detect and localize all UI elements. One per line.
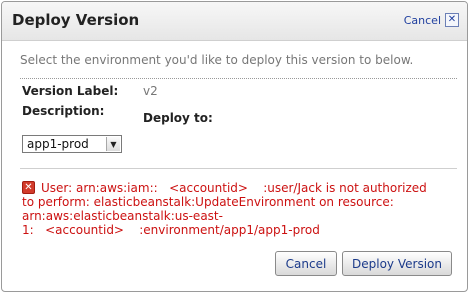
close-dialog-control[interactable]: Cancel ✕ bbox=[404, 13, 459, 27]
close-icon[interactable]: ✕ bbox=[445, 13, 459, 27]
deploy-to-label: Deploy to: bbox=[143, 111, 213, 125]
error-message-line: 1: <accountid> :environment/app1/app1-pr… bbox=[22, 223, 320, 237]
dialog-title: Deploy Version bbox=[12, 11, 140, 29]
version-label-value: v2 bbox=[143, 84, 158, 98]
chevron-down-icon[interactable]: ▼ bbox=[106, 137, 120, 151]
environment-select-value: app1-prod bbox=[27, 137, 89, 151]
error-icon: ✕ bbox=[22, 181, 35, 194]
version-label-label: Version Label: bbox=[22, 84, 119, 98]
close-dialog-label[interactable]: Cancel bbox=[404, 14, 441, 27]
dotted-separator bbox=[20, 78, 457, 79]
dialog-titlebar: Deploy Version Cancel ✕ bbox=[2, 2, 467, 41]
deploy-version-dialog: Deploy Version Cancel ✕ Select the envir… bbox=[1, 1, 468, 292]
section-divider bbox=[20, 168, 457, 169]
deploy-version-button[interactable]: Deploy Version bbox=[342, 251, 452, 276]
description-label: Description: bbox=[22, 104, 105, 118]
error-message-line: to perform: elasticbeanstalk:UpdateEnvir… bbox=[22, 195, 394, 209]
error-message-line: arn:aws:elasticbeanstalk:us-east- bbox=[22, 209, 223, 223]
environment-select[interactable]: app1-prod ▼ bbox=[22, 135, 122, 153]
cancel-button[interactable]: Cancel bbox=[275, 251, 337, 276]
error-message-line: User: arn:aws:iam:: <accountid> :user/Ja… bbox=[41, 181, 427, 195]
intro-text: Select the environment you'd like to dep… bbox=[20, 53, 414, 67]
